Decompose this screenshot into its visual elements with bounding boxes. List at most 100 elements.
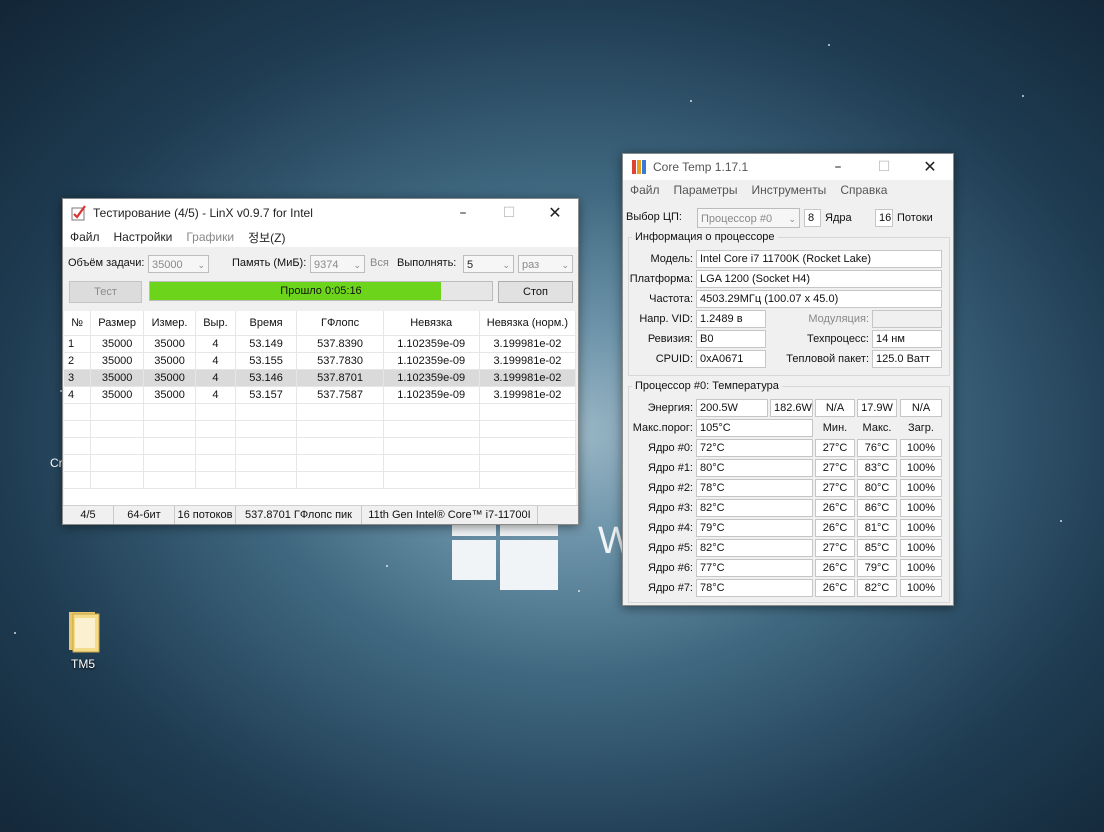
memory-all-checkbox[interactable]: Вся bbox=[370, 253, 389, 273]
tjmax-value: 105°C bbox=[696, 419, 813, 437]
revision-value: B0 bbox=[696, 330, 766, 348]
power-cores: 182.6W bbox=[770, 399, 813, 417]
task-size-label: Объём задачи: bbox=[68, 257, 145, 269]
results-table: № Размер Измер. Выр. Время ГФлопс Невязка Невяз… bbox=[64, 311, 576, 505]
core-temperature: 78°C bbox=[696, 479, 813, 497]
column-header[interactable]: Невязка bbox=[383, 311, 480, 336]
table-row[interactable]: 3 35000 35000 4 53.146 537.8701 1.102359e-09 3.… bbox=[64, 369, 576, 387]
core-load: 100% bbox=[900, 479, 942, 497]
memory-combo[interactable]: 9374 ⌄ bbox=[310, 255, 365, 273]
table-row[interactable] bbox=[64, 471, 576, 489]
coretemp-window[interactable]: Core Temp 1.17.1 – ☐ ✕ Файл Параметры Ин… bbox=[622, 153, 954, 606]
table-cell: 2 bbox=[64, 352, 92, 370]
core-label: Ядро #0: bbox=[648, 442, 693, 454]
column-header[interactable]: ГФлопс bbox=[296, 311, 384, 336]
table-cell bbox=[195, 403, 236, 421]
column-header[interactable]: Измер. bbox=[143, 311, 197, 336]
table-row[interactable] bbox=[64, 403, 576, 421]
column-header[interactable]: Выр. bbox=[195, 311, 236, 336]
table-cell bbox=[143, 454, 197, 472]
close-button[interactable]: ✕ bbox=[532, 199, 578, 227]
menu-file[interactable]: Файл bbox=[63, 230, 107, 244]
table-cell bbox=[296, 420, 384, 438]
run-label: Выполнять: bbox=[397, 257, 457, 269]
core-label: Ядро #2: bbox=[648, 482, 693, 494]
table-row[interactable] bbox=[64, 454, 576, 472]
menu-graphs[interactable]: Графики bbox=[179, 230, 241, 244]
column-header[interactable]: Время bbox=[235, 311, 298, 336]
core-max-temperature: 86°C bbox=[857, 499, 897, 517]
table-cell bbox=[90, 471, 144, 489]
table-cell: 35000 bbox=[90, 369, 144, 387]
table-cell: 4 bbox=[195, 369, 236, 387]
table-cell bbox=[479, 420, 576, 438]
table-row[interactable]: 2 35000 35000 4 53.155 537.7830 1.102359e-09 3.… bbox=[64, 352, 576, 370]
table-cell bbox=[235, 454, 298, 472]
table-cell: 537.7587 bbox=[296, 386, 384, 404]
table-cell bbox=[479, 437, 576, 455]
minimize-button[interactable]: – bbox=[440, 199, 486, 227]
coretemp-app-icon bbox=[632, 160, 646, 174]
menu-help[interactable]: Справка bbox=[833, 183, 894, 197]
tdp-value: 125.0 Ватт bbox=[872, 350, 942, 368]
frequency-label: Частота: bbox=[649, 293, 693, 305]
column-header[interactable]: № bbox=[64, 311, 92, 336]
revision-label: Ревизия: bbox=[647, 333, 693, 345]
linx-window[interactable]: Тестирование (4/5) - LinX v0.9.7 for Int… bbox=[62, 198, 579, 525]
table-cell bbox=[296, 471, 384, 489]
table-cell bbox=[383, 437, 480, 455]
cpu-select-combo[interactable]: Процессор #0 ⌄ bbox=[697, 208, 800, 228]
close-button[interactable]: ✕ bbox=[907, 154, 953, 182]
table-cell bbox=[90, 420, 144, 438]
linx-statusbar: 4/5 64-бит 16 потоков 537.8701 ГФлопс пи… bbox=[63, 505, 578, 524]
core-min-temperature: 26°C bbox=[815, 579, 855, 597]
status-progress: 4/5 bbox=[63, 506, 114, 524]
menu-parameters[interactable]: Параметры bbox=[667, 183, 745, 197]
desktop-icon-tm5[interactable]: TM5 bbox=[62, 608, 104, 671]
column-header[interactable]: Невязка (норм.) bbox=[479, 311, 576, 336]
table-cell bbox=[195, 454, 236, 472]
core-load: 100% bbox=[900, 579, 942, 597]
minimize-button[interactable]: – bbox=[815, 154, 861, 182]
linx-titlebar[interactable]: Тестирование (4/5) - LinX v0.9.7 for Int… bbox=[63, 199, 578, 227]
core-label: Ядро #7: bbox=[648, 582, 693, 594]
task-size-combo[interactable]: 35000 ⌄ bbox=[148, 255, 209, 273]
test-button[interactable]: Тест bbox=[69, 281, 142, 303]
coretemp-title: Core Temp 1.17.1 bbox=[653, 160, 749, 174]
run-unit-combo[interactable]: раз ⌄ bbox=[518, 255, 573, 273]
table-cell: 4 bbox=[64, 386, 92, 404]
table-row[interactable] bbox=[64, 420, 576, 438]
chevron-down-icon: ⌄ bbox=[197, 260, 205, 270]
coretemp-titlebar[interactable]: Core Temp 1.17.1 – ☐ ✕ bbox=[623, 154, 953, 180]
max-column-header: Макс. bbox=[862, 422, 892, 434]
cpuid-value: 0xA0671 bbox=[696, 350, 766, 368]
vid-value: 1.2489 в bbox=[696, 310, 766, 328]
menu-info[interactable]: 정보(Z) bbox=[241, 229, 292, 246]
table-cell bbox=[479, 454, 576, 472]
cpuid-label: CPUID: bbox=[655, 353, 693, 365]
table-cell bbox=[235, 471, 298, 489]
table-row[interactable]: 1 35000 35000 4 53.149 537.8390 1.102359e-09 3.… bbox=[64, 335, 576, 353]
table-cell bbox=[195, 420, 236, 438]
windows-logo-tile bbox=[500, 540, 558, 590]
windows-logo-tile bbox=[452, 524, 496, 536]
stop-button[interactable]: Стоп bbox=[498, 281, 573, 303]
menu-tools[interactable]: Инструменты bbox=[744, 183, 833, 197]
table-cell: 35000 bbox=[143, 386, 197, 404]
status-threads: 16 потоков bbox=[175, 506, 236, 524]
windows-logo-tile bbox=[452, 540, 496, 580]
menu-file[interactable]: Файл bbox=[623, 183, 667, 197]
threads-count: 16 bbox=[875, 209, 893, 227]
table-row[interactable]: 4 35000 35000 4 53.157 537.7587 1.102359e-09 3.… bbox=[64, 386, 576, 404]
cpu-select-label: Выбор ЦП: bbox=[626, 211, 682, 223]
table-row[interactable] bbox=[64, 437, 576, 455]
column-header[interactable]: Размер bbox=[90, 311, 144, 336]
run-count-combo[interactable]: 5 ⌄ bbox=[463, 255, 514, 273]
table-cell: 3.199981e-02 bbox=[479, 352, 576, 370]
linx-title: Тестирование (4/5) - LinX v0.9.7 for Int… bbox=[93, 206, 313, 220]
table-cell: 3 bbox=[64, 369, 92, 387]
table-cell bbox=[235, 437, 298, 455]
power-label: Энергия: bbox=[647, 402, 693, 414]
table-cell bbox=[64, 471, 92, 489]
menu-settings[interactable]: Настройки bbox=[107, 230, 180, 244]
